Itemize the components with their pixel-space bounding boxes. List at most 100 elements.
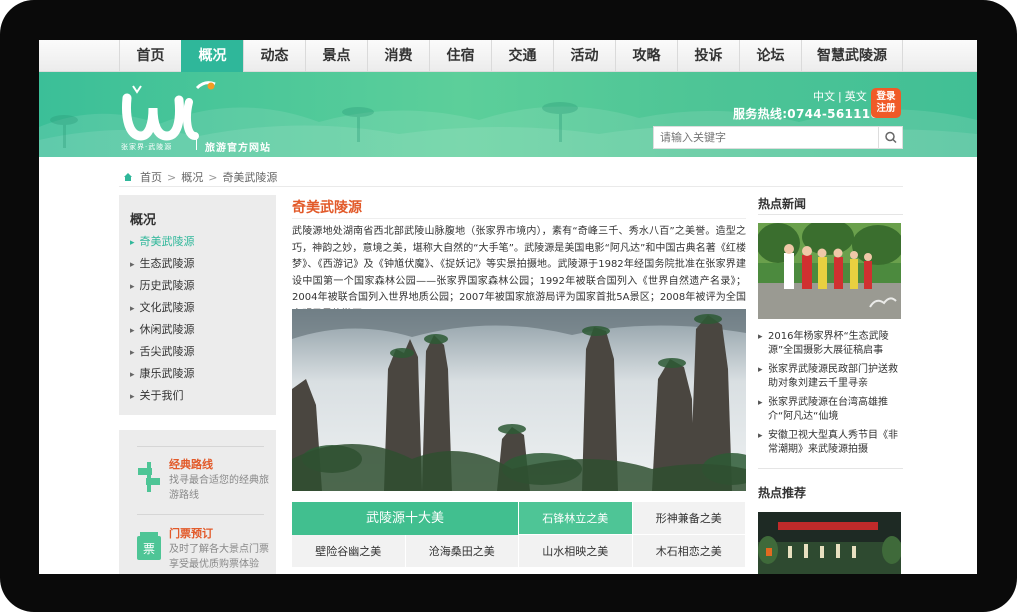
sidebar-item-label: 舌尖武陵源 (139, 345, 195, 358)
nav-item-7[interactable]: 活动 (553, 40, 615, 72)
hot-news-list: 2016年杨家界杯“生态武陵源”全国摄影大展征稿启事张家界武陵源民政部门护送救助… (758, 330, 905, 462)
breadcrumb-separator: > (167, 170, 177, 184)
chevron-right-icon: ▸ (130, 348, 135, 358)
sidebar-list: ▸ 奇美武陵源 ▸ 生态武陵源 ▸ 历史武陵源 ▸ 文化武陵源 ▸ 休闲武陵源 ▸ 舌尖武陵源 ▸ 康乐武… (130, 231, 195, 407)
beauty-row-1: 武陵源十大美 石锋林立之美 形神兼备之美 (292, 502, 746, 535)
news-item-1[interactable]: 张家界武陵源民政部门护送救助对象刘建云千里寻亲 (758, 363, 905, 391)
sidebar-item-label: 历史武陵源 (139, 279, 195, 292)
breadcrumb-home[interactable]: 首页 (140, 169, 162, 185)
hot-recommend-photo[interactable] (758, 512, 901, 574)
nav-item-11[interactable]: 智慧武陵源 (801, 40, 903, 72)
wulingyuan-logo (122, 81, 216, 141)
site-header: 张家界·武陵源 旅游官方网站 中文 | 英文 服务热线:0744-5611109 登… (39, 72, 977, 157)
breadcrumb-separator: > (208, 170, 218, 184)
sidebar-item-label: 奇美武陵源 (139, 235, 195, 248)
article-title-divider (292, 218, 746, 219)
ten-beauties-header: 武陵源十大美 (292, 502, 519, 535)
ticket-description: 及时了解各大景点门票享受最优质购票体验 (169, 544, 269, 570)
ticket-title[interactable]: 门票预订 (169, 525, 213, 541)
breadcrumb-current: 奇美武陵源 (222, 171, 278, 184)
chevron-right-icon: ▸ (130, 392, 135, 402)
nav-item-8[interactable]: 攻略 (615, 40, 677, 72)
sidebar-item-label: 文化武陵源 (139, 301, 195, 314)
sidebar-title: 概况 (130, 213, 157, 228)
breadcrumb-overview[interactable]: 概况 (181, 169, 203, 185)
sidebar-item-6[interactable]: ▸ 康乐武陵源 (130, 363, 195, 385)
landscape-photo (292, 309, 746, 491)
nav-item-6[interactable]: 交通 (491, 40, 553, 72)
sidebar-item-label: 关于我们 (139, 389, 184, 402)
chevron-right-icon: ▸ (130, 260, 135, 270)
promo-divider (137, 446, 264, 447)
article-title: 奇美武陵源 (292, 200, 362, 216)
logo-divider (196, 138, 197, 150)
beauty-tab-peaks[interactable]: 石锋林立之美 (519, 502, 633, 535)
search-button[interactable] (878, 127, 902, 148)
beauty-tab-wood-stone[interactable]: 木石相恋之美 (632, 535, 746, 568)
nav-item-9[interactable]: 投诉 (677, 40, 739, 72)
sidebar-item-5[interactable]: ▸ 舌尖武陵源 (130, 341, 195, 363)
lang-chinese-link[interactable]: 中文 (813, 90, 835, 103)
route-icon (138, 462, 160, 492)
hot-news-photo[interactable] (758, 223, 901, 319)
beauty-tab-mountain-water[interactable]: 山水相映之美 (519, 535, 633, 568)
sidebar-item-0[interactable]: ▸ 奇美武陵源 (130, 231, 195, 253)
sidebar-menu: 概况 ▸ 奇美武陵源 ▸ 生态武陵源 ▸ 历史武陵源 ▸ 文化武陵源 ▸ 休闲武陵源 ▸ 舌尖武陵源 ▸… (119, 195, 276, 415)
breadcrumb: 首页 > 概况 > 奇美武陵源 (123, 169, 277, 185)
browser-viewport: 首页 概况 动态 景点 消费 住宿 交通 活动 攻略 投诉 论坛 智慧武陵源 张家界·武陵源 旅游官方… (39, 40, 977, 574)
ticket-icon-glyph: 票 (143, 542, 155, 556)
route-description: 找寻最合适您的经典旅游路线 (169, 475, 269, 501)
beauty-tab-cliffs-valleys[interactable]: 壁险谷幽之美 (292, 535, 406, 568)
site-name: 旅游官方网站 (205, 143, 271, 154)
nav-list: 首页 概况 动态 景点 消费 住宿 交通 活动 攻略 投诉 论坛 智慧武陵源 (119, 40, 903, 72)
news-item-3[interactable]: 安徽卫视大型真人秀节目《非常潮期》来武陵源拍摄 (758, 429, 905, 457)
sidebar-item-label: 康乐武陵源 (139, 367, 195, 380)
nav-item-1[interactable]: 概况 (181, 40, 243, 72)
chevron-right-icon: ▸ (130, 282, 135, 292)
main-navigation: 首页 概况 动态 景点 消费 住宿 交通 活动 攻略 投诉 论坛 智慧武陵源 (39, 40, 977, 72)
nav-item-10[interactable]: 论坛 (739, 40, 801, 72)
sidebar-item-3[interactable]: ▸ 文化武陵源 (130, 297, 195, 319)
promo-divider (137, 514, 264, 515)
lang-separator: | (838, 90, 842, 103)
nav-item-2[interactable]: 动态 (243, 40, 305, 72)
breadcrumb-divider (119, 186, 903, 187)
search-box (653, 126, 903, 149)
sidebar-item-7[interactable]: ▸ 关于我们 (130, 385, 195, 407)
nav-item-0[interactable]: 首页 (119, 40, 181, 72)
recommend-show-image (758, 512, 901, 574)
beauty-row-2: 壁险谷幽之美 沧海桑田之美 山水相映之美 木石相恋之美 (292, 535, 746, 568)
ten-beauties-table: 武陵源十大美 石锋林立之美 形神兼备之美 壁险谷幽之美 沧海桑田之美 山水相映之… (292, 502, 746, 568)
sidebar-item-label: 生态武陵源 (139, 257, 195, 270)
register-label: 注册 (876, 103, 896, 114)
route-title[interactable]: 经典路线 (169, 456, 213, 472)
recommend-divider-top (758, 468, 903, 469)
lang-english-link[interactable]: 英文 (845, 90, 867, 103)
logo-subtitle: 张家界·武陵源 (121, 143, 173, 151)
hot-recommend-title: 热点推荐 (758, 486, 807, 500)
sidebar-item-1[interactable]: ▸ 生态武陵源 (130, 253, 195, 275)
service-hotline: 服务热线:0744-5611109 (733, 107, 888, 121)
sidebar-item-4[interactable]: ▸ 休闲武陵源 (130, 319, 195, 341)
sidebar-item-label: 休闲武陵源 (139, 323, 195, 336)
search-input[interactable] (654, 127, 878, 148)
nav-item-4[interactable]: 消费 (367, 40, 429, 72)
chevron-right-icon: ▸ (130, 304, 135, 314)
chevron-right-icon: ▸ (130, 326, 135, 336)
nav-item-3[interactable]: 景点 (305, 40, 367, 72)
beauty-tab-form-spirit[interactable]: 形神兼备之美 (632, 502, 746, 535)
home-icon (124, 173, 132, 181)
nav-item-5[interactable]: 住宿 (429, 40, 491, 72)
beauty-tab-sea-fields[interactable]: 沧海桑田之美 (405, 535, 519, 568)
news-item-2[interactable]: 张家界武陵源在台湾高雄推介“阿凡达“仙境 (758, 396, 905, 424)
login-register-button[interactable]: 登录 注册 (871, 88, 901, 118)
sidebar-item-2[interactable]: ▸ 历史武陵源 (130, 275, 195, 297)
search-icon (885, 131, 897, 144)
pillar-mountains-image (292, 309, 746, 491)
promo-panel: 经典路线 找寻最合适您的经典旅游路线 票 门票预订 及时了解各大景点门票享受最优… (119, 430, 276, 574)
hot-news-title: 热点新闻 (758, 197, 807, 211)
chevron-right-icon: ▸ (130, 238, 135, 248)
news-item-0[interactable]: 2016年杨家界杯“生态武陵源”全国摄影大展征稿启事 (758, 330, 905, 358)
hot-news-divider (758, 214, 903, 215)
language-switch: 中文 | 英文 (813, 88, 867, 104)
